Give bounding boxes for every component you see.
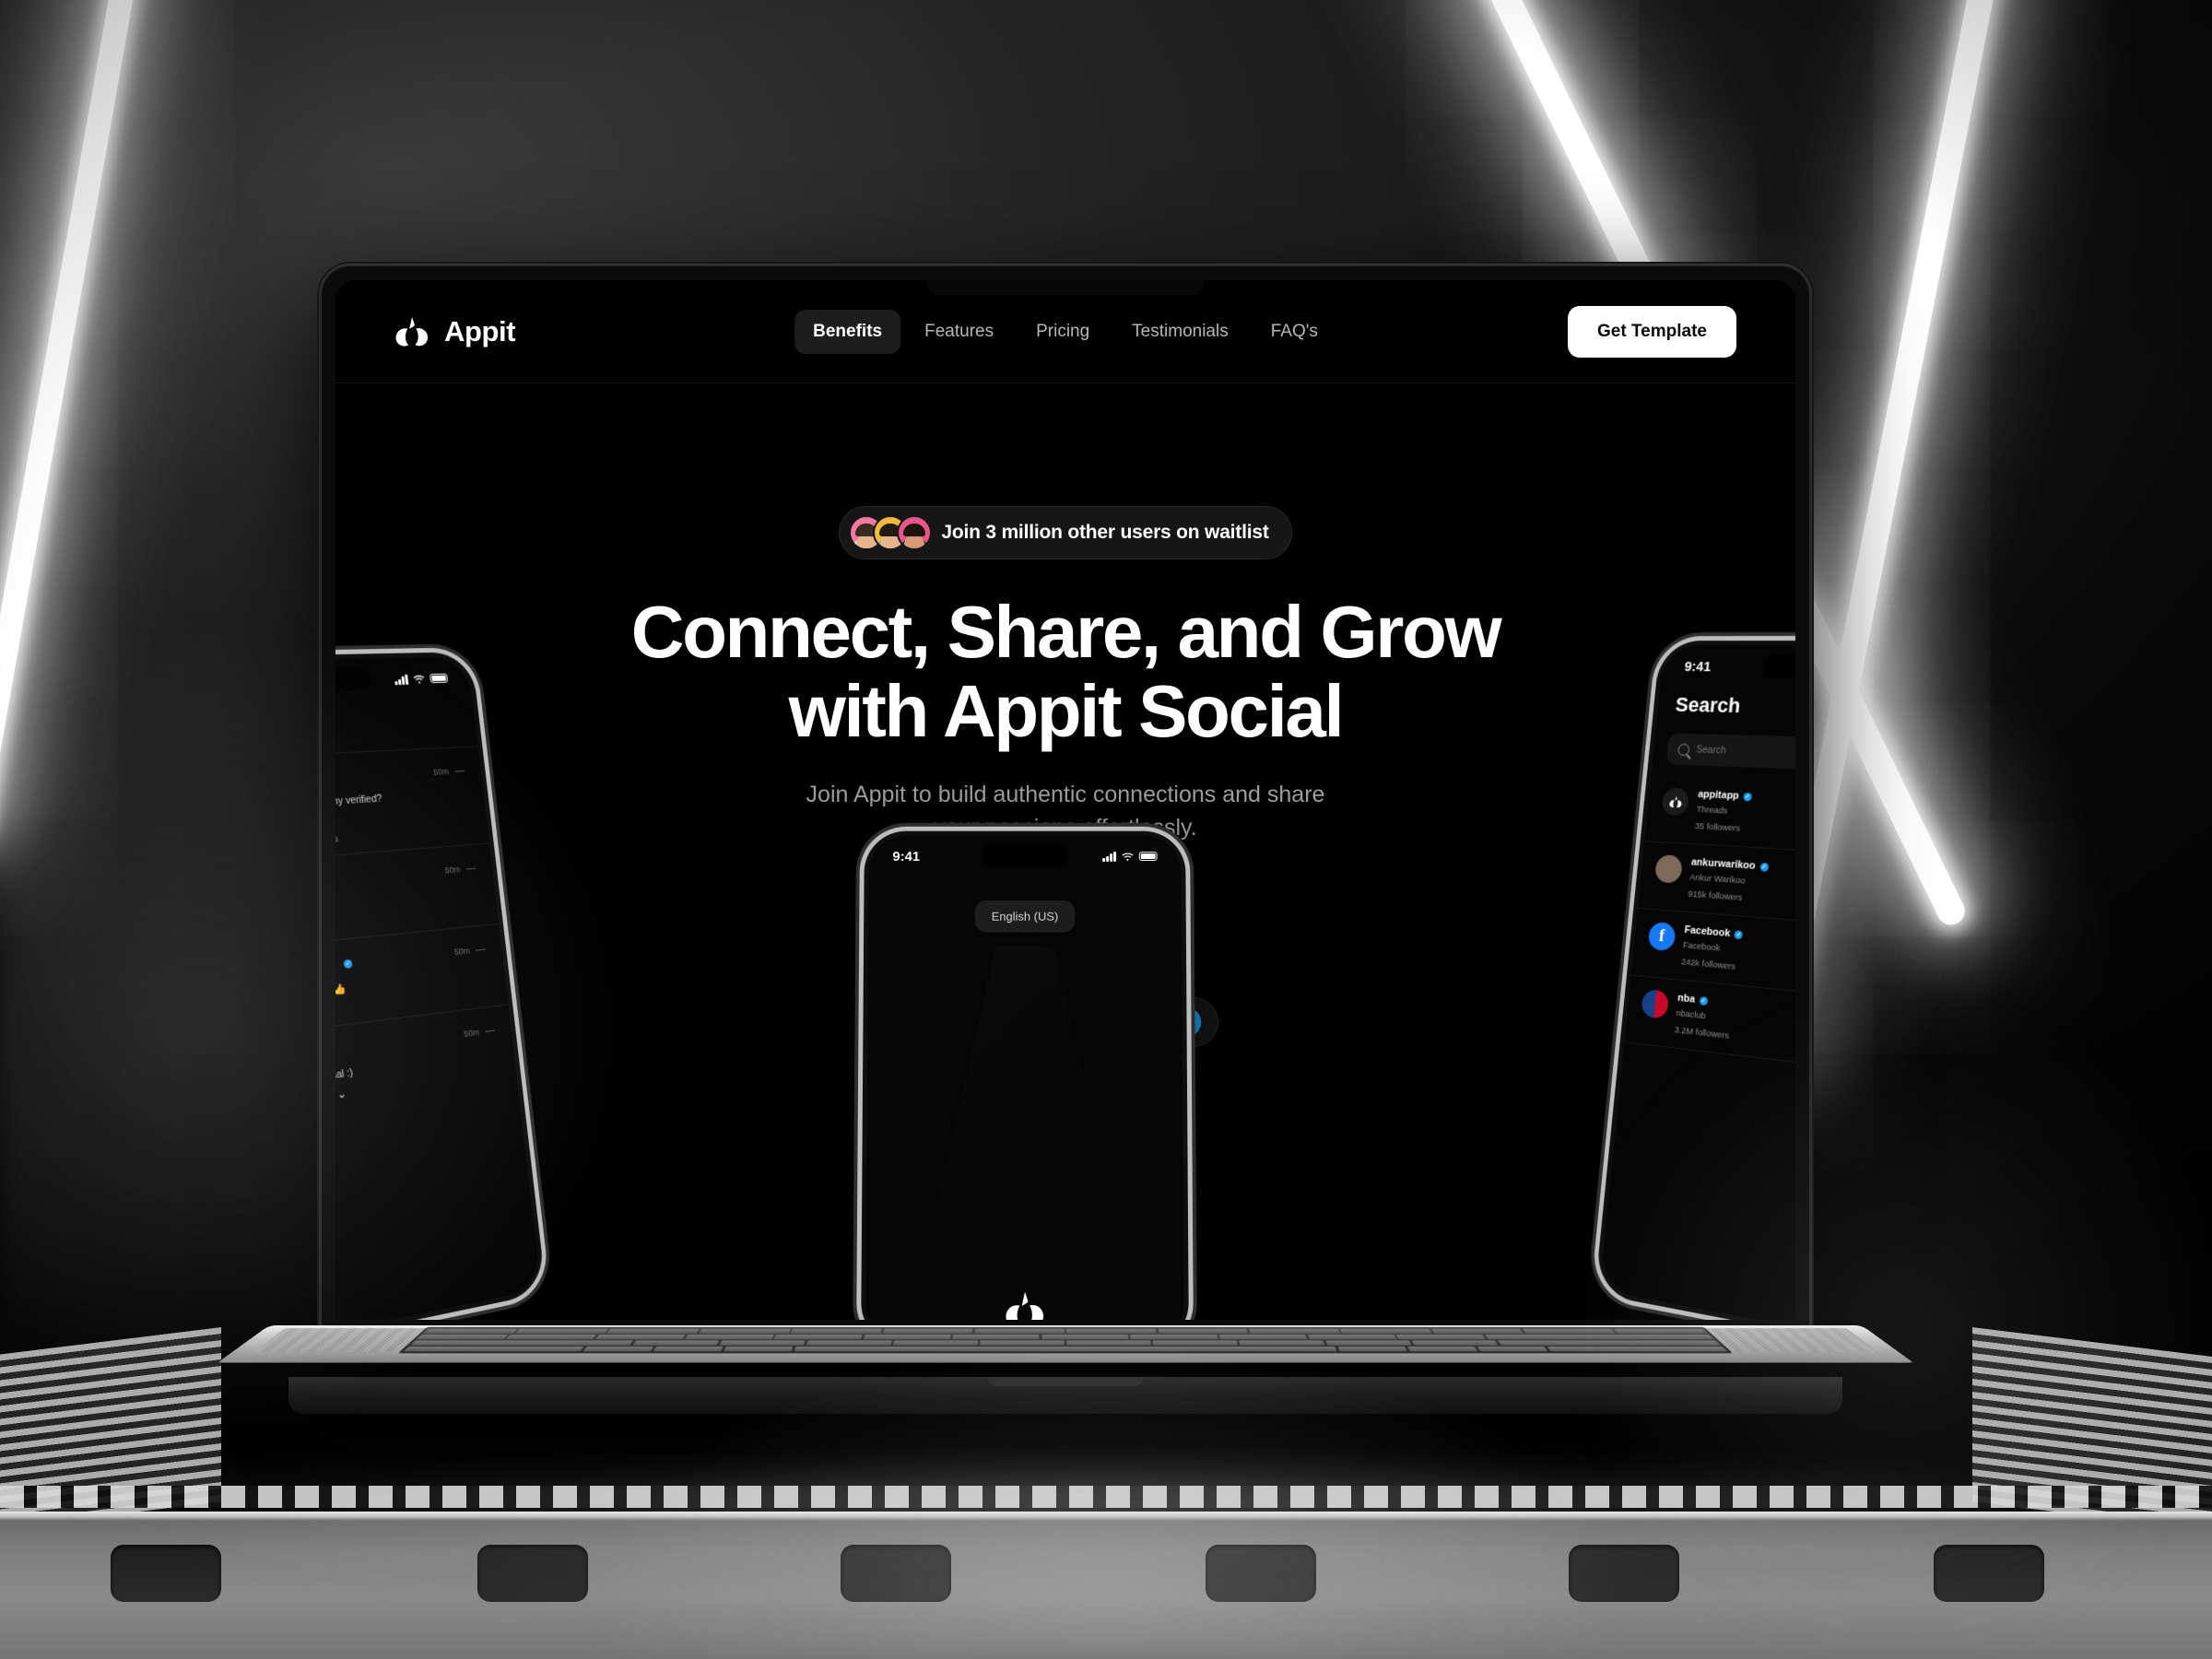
verified-badge-icon: ✓ [1759,862,1769,871]
verified-badge-icon: ✓ [1735,930,1744,939]
result-followers: 3.2M followers [1674,1025,1795,1062]
brand-name: Appit [444,315,515,348]
result-subtitle: Facebook [1682,940,1720,954]
result-body: nba ✓ nbaclub 3.2M followers [1674,993,1795,1063]
hero-subtitle-line1: Join Appit to build authentic connection… [806,782,1325,807]
wifi-icon [413,674,426,684]
more-icon: — [476,943,488,955]
result-followers: 35 followers [1694,821,1795,844]
waitlist-avatars [849,515,932,550]
result-body: ankurwarikoo ✓ Ankur Warikoo 915k followe… [1688,856,1795,916]
share-icon[interactable]: ⌄ [335,1004,337,1017]
appit-logo-avatar-icon [1661,787,1689,816]
main-nav: Benefits Features Pricing Testimonials F… [794,310,1336,354]
page-title: Connect, Share, and Grow with Appit Soci… [335,593,1795,750]
waitlist-badge[interactable]: Join 3 million other users on waitlist [839,506,1291,559]
laptop-screen: Appit Benefits Features Pricing Testimon… [335,280,1795,1320]
signal-icon [394,674,409,685]
phone-status-bar: 9:41 [1660,645,1795,691]
floor-haze [0,1475,2212,1659]
verified-badge-icon: ✓ [1699,996,1708,1006]
more-icon: — [485,1024,497,1036]
nba-avatar-icon [1641,989,1669,1019]
list-item[interactable]: nba✓ nbaclub 3.2M followers Follow [1624,975,1795,1077]
status-icons [394,673,449,685]
base-notch [987,1377,1144,1386]
hero-title-line1: Connect, Share, and Grow [631,591,1500,673]
result-subtitle: Threads [1696,805,1728,817]
result-body: appitapp ✓ Threads 35 followers [1694,789,1795,844]
battery-icon [1139,852,1158,861]
result-followers: 915k followers [1688,889,1795,917]
phone-mockup-center: 9:41 English (US) [861,831,1189,1320]
result-subtitle: Ankur Warikoo [1689,872,1746,886]
laptop-mockup: Appit Benefits Features Pricing Testimon… [319,264,1897,1351]
list-item[interactable]: shakira ✓ 50m— Welcome Krunal :) ♥ ♡ ⟳ ⌄ [335,1004,518,1127]
share-icon[interactable]: ⌄ [336,1088,347,1100]
person-avatar-icon [1654,854,1683,884]
nav-item-benefits[interactable]: Benefits [794,310,900,354]
hero-title-line2: with Appit Social [789,670,1343,752]
magnifier-icon [1677,743,1690,755]
result-subtitle: nbaclub [1676,1008,1706,1022]
verified-badge-icon: ✓ [343,959,352,968]
screenshot-scene: Appit Benefits Features Pricing Testimon… [0,0,2212,1659]
brand-logo[interactable]: Appit [394,315,515,348]
nav-item-faqs[interactable]: FAQ's [1253,310,1336,354]
battery-icon [429,674,448,684]
laptop-keyboard[interactable] [397,1327,1733,1353]
more-icon: — [454,765,466,777]
search-results-list: appitapp✓ Threads 35 followers Follow an… [1624,775,1795,1078]
search-placeholder: Search [1696,744,1726,756]
laptop-lid: Appit Benefits Features Pricing Testimon… [319,264,1812,1333]
facebook-avatar-icon: f [1648,922,1677,951]
signal-icon [1102,852,1116,862]
avatar [897,515,932,550]
site-header: Appit Benefits Features Pricing Testimon… [335,280,1795,383]
phone-screen: 9:41 English (US) [865,836,1184,1320]
laptop-base [269,1325,1862,1418]
result-body: Facebook ✓ Facebook 242k followers [1681,924,1795,990]
get-template-button[interactable]: Get Template [1568,306,1736,358]
nav-item-features[interactable]: Features [906,310,1012,354]
nav-item-pricing[interactable]: Pricing [1018,310,1108,354]
appit-triangle-logo-icon [1005,1290,1045,1320]
post-meta: 50m — [433,765,466,778]
search-input[interactable]: Search [1666,734,1795,774]
nav-item-testimonials[interactable]: Testimonials [1113,310,1247,354]
post-meta: 50m — [464,1024,497,1040]
post-meta: 50m — [453,943,487,958]
status-icons [1102,852,1157,862]
phone-status-bar: 9:41 [869,836,1182,877]
verified-badge-icon: ✓ [1743,792,1752,801]
wifi-icon [1122,852,1134,862]
language-pill[interactable]: English (US) [975,900,1075,932]
waitlist-text: Join 3 million other users on waitlist [941,522,1268,544]
more-icon: — [465,863,477,875]
appit-triangle-logo-icon [394,316,429,347]
post-meta: 50m — [444,863,477,877]
page-title: Search [1675,693,1742,718]
laptop-deck [218,1325,1913,1363]
status-time: 9:41 [892,849,920,865]
decorative-swoosh [904,945,1147,1320]
laptop-base-front [288,1377,1843,1414]
status-time: 9:41 [1684,659,1712,675]
